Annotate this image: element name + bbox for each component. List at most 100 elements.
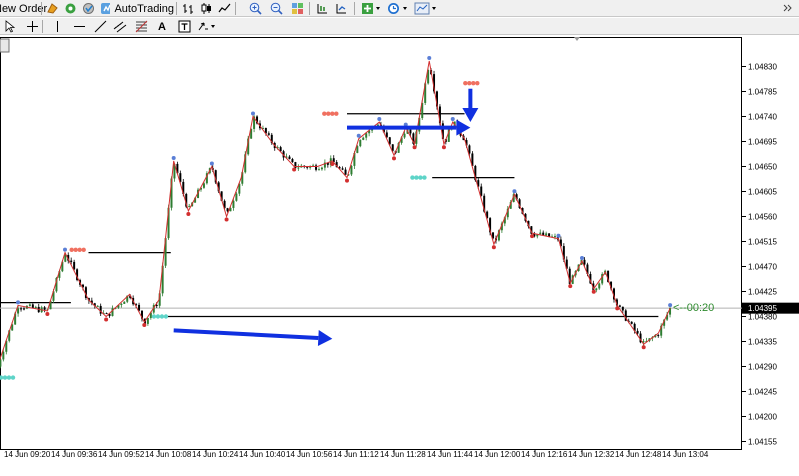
- swing-low-dot: [104, 317, 109, 322]
- swing-high-dot: [556, 233, 561, 238]
- x-tick-label: 14 Jun 11:28: [380, 450, 426, 459]
- bar-chart-icon[interactable]: [180, 1, 196, 16]
- resistance-marker: [475, 80, 480, 86]
- y-tick-label: 1.04155: [748, 438, 777, 447]
- candle-body: [291, 159, 294, 163]
- trendline-icon[interactable]: [93, 19, 107, 34]
- new-order-button[interactable]: New Order: [0, 1, 47, 16]
- crosshair-icon[interactable]: [25, 19, 39, 34]
- templates-icon[interactable]: [413, 1, 439, 16]
- swing-high-dot: [377, 117, 382, 122]
- x-tick-label: 14 Jun 10:08: [145, 450, 192, 459]
- toolbar-separator: [176, 2, 177, 15]
- horizontal-line-icon[interactable]: [72, 19, 86, 34]
- toolbar-separator: [41, 2, 42, 15]
- tile-windows-icon[interactable]: [289, 1, 305, 16]
- swing-high-dot: [580, 255, 584, 260]
- swing-low-dot: [591, 289, 596, 294]
- candle-body: [123, 301, 126, 304]
- candle-body: [598, 283, 601, 289]
- candle-body: [376, 124, 379, 126]
- swing-low-dot: [45, 311, 50, 316]
- support-marker: [163, 314, 169, 319]
- swing-high-dot: [512, 189, 517, 194]
- chart-corner-box: [0, 38, 10, 53]
- candle-body: [636, 330, 639, 334]
- current-price-label: 1.04395: [748, 304, 777, 313]
- text-icon[interactable]: [177, 19, 191, 34]
- x-tick-label: 14 Jun 12:00: [474, 450, 521, 459]
- swing-high-dot: [450, 117, 455, 122]
- support-marker: [2, 375, 8, 380]
- arrows-icon[interactable]: [196, 19, 218, 34]
- y-tick-label: 1.04785: [748, 88, 777, 97]
- y-tick-label: 1.04200: [748, 413, 777, 422]
- x-tick-label: 14 Jun 12:48: [615, 450, 662, 459]
- candle-body: [202, 183, 205, 188]
- candle-body: [553, 236, 556, 238]
- candle-body: [359, 139, 362, 147]
- y-tick-label: 1.04560: [748, 213, 777, 222]
- toolbar-separator: [309, 2, 310, 15]
- candle-body: [96, 305, 99, 307]
- current-price-tag: 1.04395: [742, 302, 799, 314]
- candle-body: [545, 233, 548, 236]
- resistance-marker: [330, 111, 335, 116]
- periods-icon[interactable]: [386, 1, 410, 16]
- signals-icon[interactable]: [62, 1, 78, 16]
- market-icon[interactable]: [80, 1, 96, 16]
- candle-body: [294, 162, 297, 169]
- autoscroll-icon[interactable]: [333, 1, 349, 16]
- expert-icon[interactable]: [44, 1, 60, 16]
- candle-body: [409, 129, 412, 134]
- toolbar-overflow-icon[interactable]: [781, 1, 795, 16]
- cursor-icon[interactable]: [2, 19, 16, 34]
- candle-body: [31, 304, 34, 308]
- candle-body: [362, 137, 365, 140]
- zoom-out-icon[interactable]: [268, 1, 284, 16]
- fibonacci-icon[interactable]: [134, 19, 148, 34]
- candle-body: [105, 313, 108, 315]
- candle-body: [365, 133, 368, 138]
- zoom-in-icon[interactable]: [247, 1, 263, 16]
- price-chart[interactable]: 1.04830 1.04785 1.04740 1.04695 1.04650 1.046…: [0, 35, 799, 476]
- candle-body: [621, 306, 624, 311]
- resistance-marker: [334, 111, 339, 116]
- swing-high-dot: [171, 155, 176, 160]
- candle-body: [17, 308, 20, 314]
- y-tick-label: 1.04650: [748, 163, 777, 172]
- toolbar-separator: [235, 2, 236, 15]
- x-tick-label: 14 Jun 10:24: [192, 450, 239, 459]
- x-tick-label: 14 Jun 09:36: [51, 450, 98, 459]
- indicators-icon[interactable]: [360, 1, 382, 16]
- candle-body: [73, 261, 76, 270]
- candle-body: [341, 168, 344, 170]
- y-tick-label: 1.04335: [748, 338, 777, 347]
- candle-body: [539, 232, 542, 235]
- swing-low-dot: [345, 178, 349, 183]
- chart-shift-icon[interactable]: [314, 1, 330, 16]
- text-label-icon[interactable]: A: [155, 19, 169, 34]
- autotrading-icon: [101, 3, 111, 14]
- autotrading-button[interactable]: AutoTrading: [100, 1, 174, 16]
- swing-low-dot: [491, 245, 496, 250]
- resistance-marker: [81, 247, 86, 253]
- equidistant-channel-icon[interactable]: [112, 19, 128, 34]
- chart-background: [0, 35, 799, 476]
- candle-body: [34, 306, 37, 308]
- support-marker: [10, 375, 16, 380]
- toolbar-separator: [354, 2, 355, 15]
- candle-body: [20, 308, 23, 310]
- line-chart-icon[interactable]: [216, 1, 232, 16]
- swing-low-dot: [530, 234, 535, 239]
- candle-body: [317, 169, 320, 171]
- candle-body: [350, 165, 353, 175]
- support-marker: [422, 175, 427, 180]
- drawing-toolbar: A: [0, 17, 799, 35]
- vertical-line-icon[interactable]: [50, 19, 64, 34]
- y-tick-label: 1.04515: [748, 238, 777, 247]
- time-axis: 14 Jun 09:20 14 Jun 09:36 14 Jun 09:52 14 J…: [4, 449, 709, 459]
- candlestick-icon[interactable]: [198, 1, 214, 16]
- candle-body: [403, 133, 406, 138]
- support-marker: [159, 314, 165, 319]
